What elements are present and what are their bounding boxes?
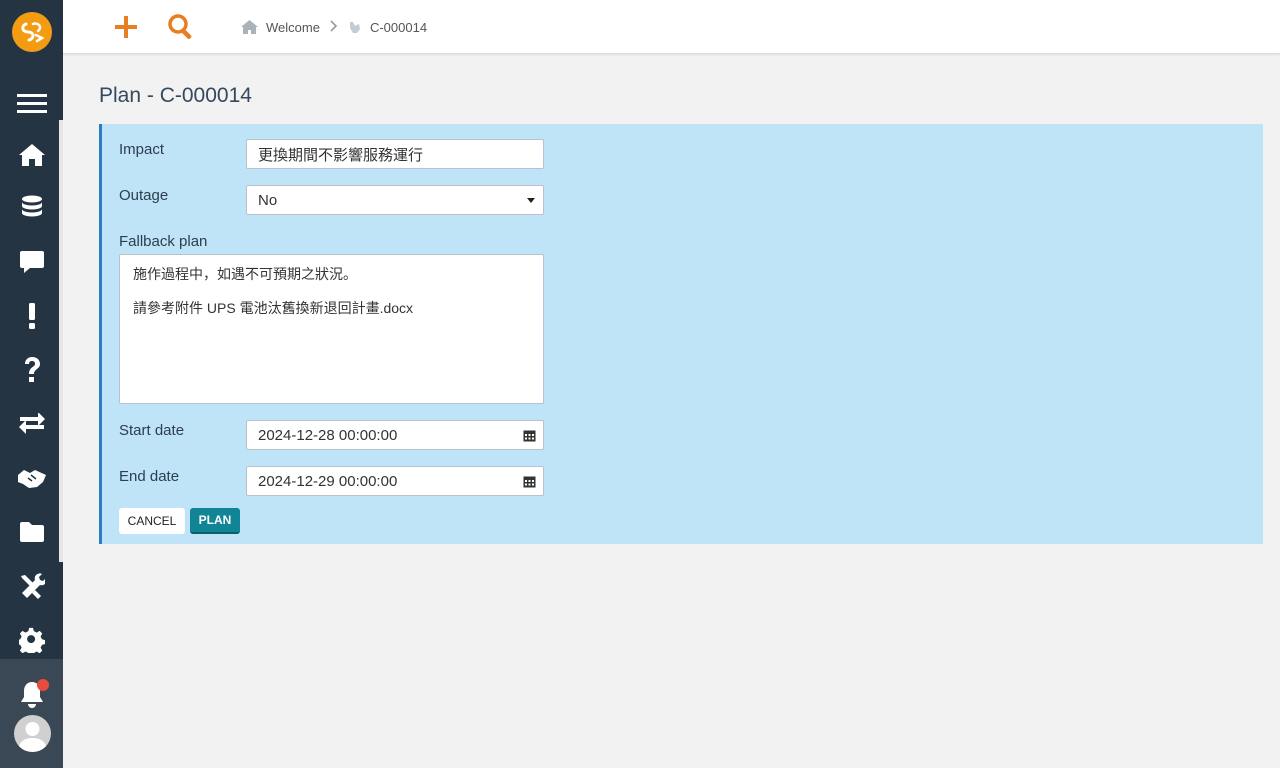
end-date-value: 2024-12-29 00:00:00 [258, 472, 398, 490]
folder-icon[interactable] [0, 512, 63, 552]
fallback-plan-textarea[interactable]: 施作過程中，如遇不可預期之狀況。 請參考附件 UPS 電池汰舊換新退回計畫.do… [119, 254, 544, 404]
fallback-plan-line: 請參考附件 UPS 電池汰舊換新退回計畫.docx [133, 300, 414, 316]
tools-icon[interactable] [0, 566, 63, 606]
breadcrumb-item-welcome[interactable]: Welcome [241, 20, 320, 35]
start-date-value: 2024-12-28 00:00:00 [258, 426, 398, 444]
handshake-icon[interactable] [0, 458, 63, 498]
outage-label: Outage [119, 187, 169, 204]
end-date-input[interactable]: 2024-12-29 00:00:00 [246, 466, 544, 496]
search-icon [168, 14, 192, 40]
database-icon[interactable] [0, 188, 63, 228]
cancel-button[interactable]: CANCEL [119, 508, 185, 534]
breadcrumb-label: Welcome [266, 19, 320, 35]
plus-icon [115, 16, 137, 38]
impact-input[interactable]: 更換期間不影響服務運行 [246, 139, 544, 169]
caret-down-icon [527, 198, 535, 203]
question-icon[interactable] [0, 350, 63, 390]
calendar-icon[interactable] [523, 475, 536, 492]
exchange-icon[interactable] [0, 404, 63, 444]
start-date-label: Start date [119, 422, 185, 439]
chevron-right-icon [330, 19, 338, 35]
avatar[interactable] [14, 715, 51, 752]
breadcrumb-item-change[interactable]: C-000014 [348, 20, 427, 35]
impact-value: 更換期間不影響服務運行 [258, 146, 424, 164]
fallback-plan-label: Fallback plan [119, 233, 208, 250]
home-icon[interactable] [0, 135, 63, 175]
fallback-plan-line: 施作過程中，如遇不可預期之狀況。 [133, 266, 357, 282]
notification-badge [37, 679, 49, 691]
end-date-label: End date [119, 468, 180, 485]
outage-value: No [258, 191, 278, 209]
sidebar [0, 0, 63, 768]
breadcrumb-label: C-000014 [369, 19, 428, 35]
calendar-icon[interactable] [523, 429, 536, 446]
change-icon [349, 22, 360, 33]
page-title: Plan - C-000014 [99, 84, 252, 107]
menu-icon[interactable] [0, 84, 63, 124]
start-date-input[interactable]: 2024-12-28 00:00:00 [246, 420, 544, 450]
breadcrumb: Welcome C-000014 [241, 18, 427, 36]
app-logo[interactable] [12, 12, 52, 52]
outage-select[interactable]: No [246, 185, 544, 215]
impact-label: Impact [119, 141, 165, 158]
search-button[interactable] [166, 12, 196, 42]
exclamation-icon[interactable] [0, 296, 63, 336]
logo-icon [21, 22, 45, 43]
top-bar: Welcome C-000014 [63, 0, 1280, 54]
plan-button[interactable]: PLAN [190, 508, 240, 534]
comment-icon[interactable] [0, 242, 63, 282]
gear-icon[interactable] [0, 620, 63, 660]
add-button[interactable] [111, 12, 141, 42]
home-icon [241, 20, 258, 34]
